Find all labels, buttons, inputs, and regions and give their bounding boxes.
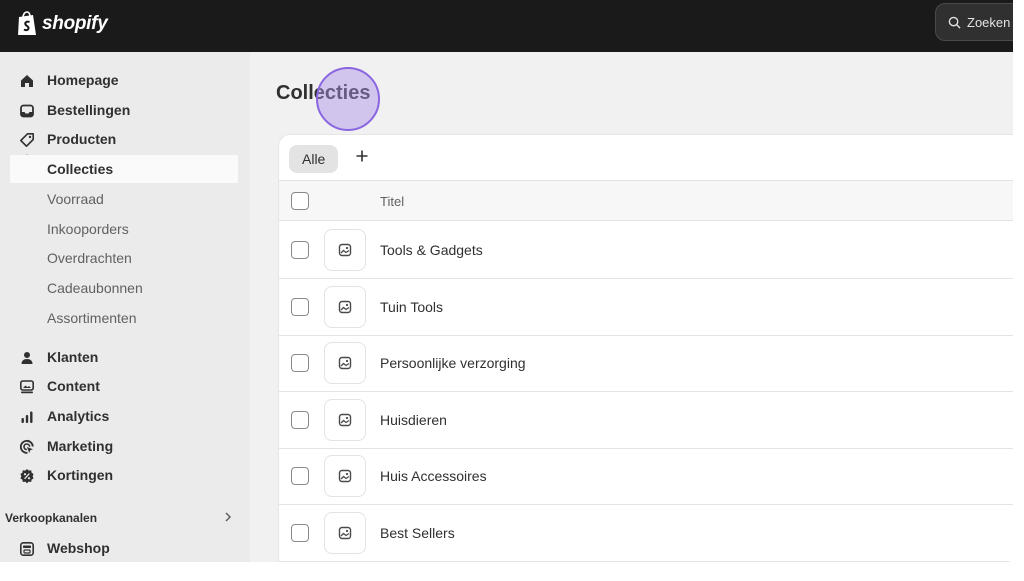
collection-thumbnail — [324, 286, 366, 328]
collection-thumbnail — [324, 229, 366, 271]
main-content: Collecties Alle Titel Tools & Gadgets Tu… — [250, 52, 1013, 562]
sidebar-item-voorraad[interactable]: Voorraad — [10, 185, 238, 213]
collection-thumbnail — [324, 399, 366, 441]
table-row[interactable]: Tools & Gadgets — [279, 222, 1013, 279]
sidebar-subitem-label: Assortimenten — [47, 310, 137, 326]
inbox-icon — [20, 104, 34, 118]
tab-label: Alle — [302, 151, 326, 167]
collection-title[interactable]: Tools & Gadgets — [380, 242, 483, 258]
shopify-bag-icon — [18, 11, 36, 35]
person-icon — [21, 352, 33, 364]
table-row[interactable]: Best Sellers — [279, 505, 1013, 562]
sidebar-item-label: Webshop — [47, 540, 110, 556]
sidebar-subitem-label: Collecties — [47, 161, 114, 177]
sidebar-item-producten[interactable]: Producten — [10, 125, 238, 153]
row-checkbox[interactable] — [291, 241, 309, 259]
row-checkbox[interactable] — [291, 467, 309, 485]
row-checkbox[interactable] — [291, 411, 309, 429]
collection-title[interactable]: Huisdieren — [380, 412, 447, 428]
view-tabs: Alle — [279, 135, 1013, 181]
image-placeholder-icon — [338, 243, 352, 257]
image-placeholder-icon — [338, 300, 352, 314]
sales-channels-label: Verkoopkanalen — [5, 511, 98, 525]
sidebar-item-kortingen[interactable]: Kortingen — [10, 461, 238, 489]
sidebar-item-homepage[interactable]: Homepage — [10, 66, 238, 94]
sidebar-item-inkooporders[interactable]: Inkooporders — [10, 215, 238, 243]
sidebar-item-label: Analytics — [47, 408, 110, 424]
table-header: Titel — [279, 181, 1013, 221]
sidebar-subitem-label: Voorraad — [47, 191, 104, 207]
collection-thumbnail — [324, 342, 366, 384]
search-input[interactable]: Zoeken — [935, 3, 1013, 41]
content-icon — [19, 380, 34, 394]
chevron-right-icon — [225, 512, 232, 522]
add-view-icon[interactable] — [355, 149, 369, 163]
table-row[interactable]: Persoonlijke verzorging — [279, 335, 1013, 392]
sidebar-item-overdrachten[interactable]: Overdrachten — [10, 244, 238, 272]
sidebar-item-label: Content — [47, 378, 100, 394]
row-checkbox[interactable] — [291, 524, 309, 542]
row-checkbox[interactable] — [291, 354, 309, 372]
tag-icon — [20, 133, 34, 147]
sidebar-item-webshop[interactable]: Webshop — [10, 534, 238, 562]
table-row[interactable]: Tuin Tools — [279, 279, 1013, 336]
column-header-titel[interactable]: Titel — [380, 194, 404, 209]
tab-alle[interactable]: Alle — [289, 145, 339, 173]
app-window: shopify Zoeken Homepage Bestellingen Pro… — [0, 0, 1013, 562]
image-placeholder-icon — [338, 469, 352, 483]
row-checkbox[interactable] — [291, 298, 309, 316]
table-row[interactable]: Huis Accessoires — [279, 448, 1013, 505]
discount-icon — [20, 469, 34, 484]
select-all-checkbox[interactable] — [291, 192, 309, 210]
bar-chart-icon — [21, 411, 33, 423]
collection-title[interactable]: Huis Accessoires — [380, 468, 487, 484]
sidebar-item-label: Homepage — [47, 72, 119, 88]
sidebar-item-collecties[interactable]: Collecties — [10, 155, 238, 183]
collections-table-card: Alle Titel Tools & Gadgets Tuin Tools Pe… — [278, 134, 1013, 562]
target-icon — [19, 439, 34, 454]
home-icon — [21, 75, 33, 87]
sidebar-item-bestellingen[interactable]: Bestellingen — [10, 96, 238, 124]
table-row[interactable]: Huisdieren — [279, 392, 1013, 449]
collection-title[interactable]: Best Sellers — [380, 525, 455, 541]
sidebar-item-content[interactable]: Content — [10, 372, 238, 400]
collection-thumbnail — [324, 455, 366, 497]
sidebar-item-analytics[interactable]: Analytics — [10, 402, 238, 430]
sidebar-item-label: Klanten — [47, 349, 99, 365]
sidebar-item-cadeaubonnen[interactable]: Cadeaubonnen — [10, 274, 238, 302]
sidebar-item-marketing[interactable]: Marketing — [10, 432, 238, 460]
search-icon — [948, 16, 961, 29]
brand-name: shopify — [42, 13, 108, 34]
collection-title[interactable]: Persoonlijke verzorging — [380, 355, 526, 371]
store-icon — [19, 541, 34, 556]
sidebar-item-label: Bestellingen — [47, 102, 131, 118]
sidebar-item-label: Marketing — [47, 438, 114, 454]
collection-title[interactable]: Tuin Tools — [380, 299, 443, 315]
sidebar-item-assortimenten[interactable]: Assortimenten — [10, 304, 238, 332]
sidebar-item-label: Producten — [47, 131, 117, 147]
sidebar-subitem-label: Overdrachten — [47, 250, 132, 266]
image-placeholder-icon — [338, 526, 352, 540]
top-bar: shopify Zoeken — [0, 0, 1013, 52]
image-placeholder-icon — [338, 356, 352, 370]
shopify-logo[interactable]: shopify — [16, 10, 108, 38]
sales-channels-heading[interactable]: Verkoopkanalen — [5, 511, 235, 525]
sidebar-subitem-label: Inkooporders — [47, 221, 129, 237]
image-placeholder-icon — [338, 413, 352, 427]
sidebar-subitem-label: Cadeaubonnen — [47, 280, 143, 296]
collection-thumbnail — [324, 512, 366, 554]
click-highlight — [316, 67, 380, 131]
search-placeholder: Zoeken — [967, 14, 1011, 30]
sidebar-item-label: Kortingen — [47, 467, 114, 483]
sidebar-item-klanten[interactable]: Klanten — [10, 343, 238, 371]
sidebar: Homepage Bestellingen Producten Collecti… — [0, 52, 250, 562]
